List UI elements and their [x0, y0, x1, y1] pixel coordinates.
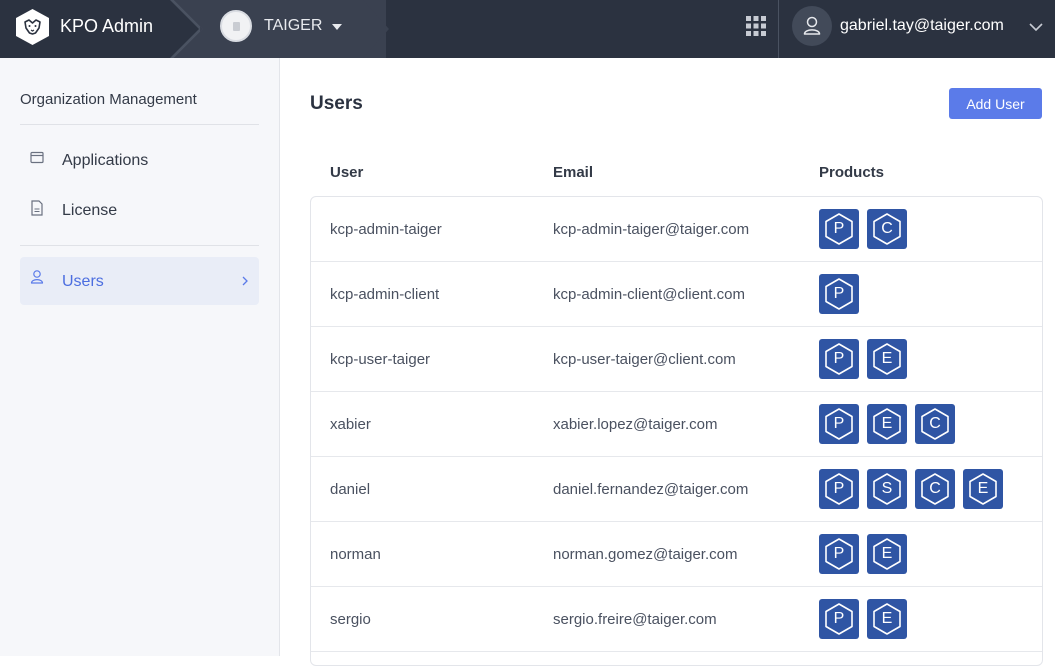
chevron-right-icon	[242, 276, 248, 286]
user-cell: kcp-user-taiger	[330, 351, 431, 368]
product-letter: P	[833, 285, 845, 302]
product-c-badge[interactable]: C	[915, 404, 955, 444]
table-row[interactable]: kcp-admin-taiger kcp-admin-taiger@taiger.…	[311, 197, 1042, 262]
user-cell: daniel	[330, 481, 371, 498]
document-icon	[31, 200, 43, 216]
product-p-badge[interactable]: P	[819, 404, 859, 444]
product-letter: P	[833, 220, 845, 237]
product-letter: E	[881, 545, 893, 562]
product-letter: E	[881, 415, 893, 432]
caret-down-icon[interactable]	[332, 24, 342, 30]
user-cell: sergio	[330, 611, 371, 628]
product-letter: E	[881, 610, 893, 627]
user-email[interactable]: gabriel.tay@taiger.com	[840, 17, 1004, 35]
column-header-user: User	[330, 164, 364, 181]
email-cell: daniel.fernandez@taiger.com	[553, 481, 749, 498]
product-p-badge[interactable]: P	[819, 209, 859, 249]
divider	[20, 245, 259, 246]
product-p-badge[interactable]: P	[819, 599, 859, 639]
column-header-products: Products	[819, 164, 885, 181]
product-c-badge[interactable]: C	[867, 209, 907, 249]
product-letter: S	[881, 480, 893, 497]
email-cell: xabier.lopez@taiger.com	[553, 416, 718, 433]
table-row[interactable]: xabier xabier.lopez@taiger.com P E C	[311, 392, 1042, 457]
top-bar: KPO Admin TAIGER gabriel.tay@taiger.com	[0, 0, 1055, 58]
product-letter: C	[929, 480, 941, 497]
add-user-button[interactable]: Add User	[949, 88, 1042, 119]
product-e-badge[interactable]: E	[867, 404, 907, 444]
product-p-badge[interactable]: P	[819, 534, 859, 574]
product-p-badge[interactable]: P	[819, 339, 859, 379]
email-cell: sergio.freire@taiger.com	[553, 611, 717, 628]
sidebar-title: Organization Management	[20, 91, 197, 108]
product-letter: P	[833, 545, 845, 562]
table-row[interactable]: daniel daniel.fernandez@taiger.com P S C E	[311, 457, 1042, 522]
product-e-badge[interactable]: E	[963, 469, 1003, 509]
user-cell: kcp-admin-taiger	[330, 221, 442, 238]
sidebar-item-label: Users	[62, 273, 104, 290]
table-row[interactable]: kcp-admin-client kcp-admin-client@client.…	[311, 262, 1042, 327]
org-avatar	[220, 10, 252, 42]
product-letter: C	[929, 415, 941, 432]
table-row[interactable]: kcp-user-taiger kcp-user-taiger@client.co…	[311, 327, 1042, 392]
chevron-down-icon[interactable]	[1029, 20, 1043, 34]
email-cell: kcp-user-taiger@client.com	[553, 351, 736, 368]
page-title: Users	[310, 93, 363, 114]
product-letter: P	[833, 480, 845, 497]
org-name[interactable]: TAIGER	[264, 17, 322, 35]
user-cell: xabier	[330, 416, 371, 433]
column-header-email: Email	[553, 164, 594, 181]
user-icon	[30, 270, 44, 284]
users-table: kcp-admin-taiger kcp-admin-taiger@taiger.…	[310, 196, 1043, 666]
email-cell: norman.gomez@taiger.com	[553, 546, 738, 563]
table-row[interactable]: sergio sergio.freire@taiger.com P E	[311, 587, 1042, 652]
product-letter: P	[833, 610, 845, 627]
product-s-badge[interactable]: S	[867, 469, 907, 509]
email-cell: kcp-admin-taiger@taiger.com	[553, 221, 750, 238]
table-row[interactable]: norman norman.gomez@taiger.com P E	[311, 522, 1042, 587]
product-letter: P	[833, 350, 845, 367]
product-p-badge[interactable]: P	[819, 469, 859, 509]
product-letter: E	[977, 480, 989, 497]
divider	[20, 124, 259, 125]
app-name: KPO Admin	[60, 16, 154, 36]
header-divider	[778, 0, 779, 58]
sidebar-item-users[interactable]: Users	[20, 257, 259, 305]
sidebar: Organization Management Applications Lic…	[0, 58, 280, 656]
product-c-badge[interactable]: C	[915, 469, 955, 509]
sidebar-item-license[interactable]: License	[20, 190, 259, 230]
sidebar-item-label: License	[62, 202, 118, 219]
apps-grid-icon[interactable]	[746, 16, 766, 36]
user-cell: norman	[330, 546, 381, 563]
user-icon	[803, 16, 821, 35]
sidebar-item-label: Applications	[62, 152, 149, 169]
product-e-badge[interactable]: E	[867, 599, 907, 639]
email-cell: kcp-admin-client@client.com	[553, 286, 745, 303]
product-letter: C	[881, 220, 893, 237]
chevron-right-icon	[170, 0, 203, 58]
user-cell: kcp-admin-client	[330, 286, 440, 303]
product-letter: P	[833, 415, 845, 432]
product-e-badge[interactable]: E	[867, 534, 907, 574]
product-letter: E	[881, 350, 893, 367]
sidebar-item-applications[interactable]: Applications	[20, 140, 259, 180]
product-p-badge[interactable]: P	[819, 274, 859, 314]
product-e-badge[interactable]: E	[867, 339, 907, 379]
user-avatar[interactable]	[792, 6, 832, 46]
window-icon	[30, 151, 44, 164]
chevron-right-icon	[363, 0, 389, 58]
lion-logo-icon	[16, 9, 49, 45]
